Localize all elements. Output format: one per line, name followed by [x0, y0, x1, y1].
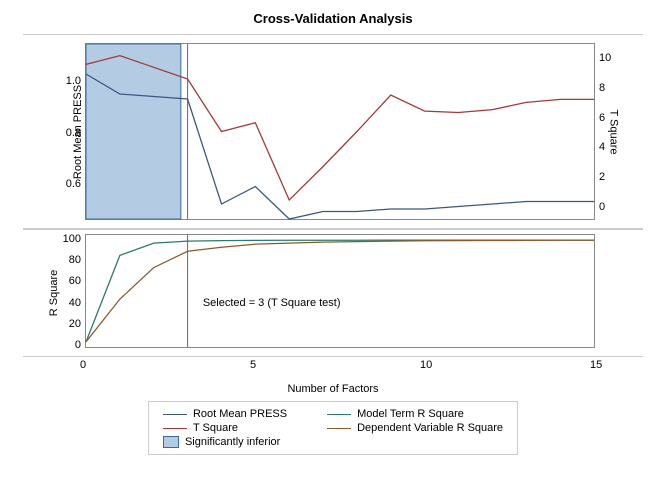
x-axis-label: Number of Factors [23, 383, 643, 395]
legend: Root Mean PRESS Model Term R Square T Squa… [148, 401, 518, 455]
legend-label: Significantly inferior [185, 436, 280, 448]
legend-item: Significantly inferior [163, 436, 287, 448]
ytick-left: 1.0 [66, 75, 81, 87]
legend-swatch-line [163, 428, 187, 429]
ytick-left: 100 [63, 233, 81, 245]
ytick-left: 0.6 [66, 178, 81, 190]
legend-label: Model Term R Square [357, 408, 464, 420]
xtick: 15 [590, 359, 602, 371]
ytick-left: 60 [69, 275, 81, 287]
bottom-svg [86, 235, 594, 347]
ytick-left: 0.8 [66, 127, 81, 139]
ytick-left: 0 [75, 339, 81, 351]
legend-item: Root Mean PRESS [163, 408, 287, 420]
legend-item: Dependent Variable R Square [327, 422, 503, 434]
legend-item: T Square [163, 422, 287, 434]
ytick-left: 20 [69, 318, 81, 330]
bottom-plot-area: Selected = 3 (T Square test) [85, 234, 595, 348]
ytick-right: 0 [599, 201, 605, 213]
ytick-left: 40 [69, 297, 81, 309]
ytick-right: 6 [599, 112, 605, 124]
top-plot-area [85, 43, 595, 220]
legend-swatch-line [327, 428, 351, 429]
xtick: 5 [250, 359, 256, 371]
selection-annotation: Selected = 3 (T Square test) [203, 297, 341, 309]
top-svg [86, 44, 594, 219]
top-panel: Root Mean PRESS T Square 0.60.81.0 02468… [23, 34, 643, 229]
bottom-panel: R Square Selected = 3 (T Square test) 0 2… [23, 229, 643, 357]
ytick-left: 80 [69, 254, 81, 266]
x-axis: 0 5 10 15 Number of Factors [23, 357, 643, 397]
legend-label: T Square [193, 422, 238, 434]
legend-label: Root Mean PRESS [193, 408, 287, 420]
legend-swatch-box [163, 436, 179, 448]
ytick-right: 4 [599, 141, 605, 153]
ytick-right: 8 [599, 82, 605, 94]
legend-swatch-line [163, 414, 187, 415]
ytick-right: 10 [599, 52, 611, 64]
xtick: 0 [80, 359, 86, 371]
legend-label: Dependent Variable R Square [357, 422, 503, 434]
shaded-region [86, 44, 181, 219]
series-dependent-variable-r-square [86, 240, 594, 342]
chart-container: Root Mean PRESS T Square 0.60.81.0 02468… [23, 34, 643, 397]
y-right-label-top: T Square [607, 109, 619, 154]
chart-title: Cross-Validation Analysis [253, 11, 412, 26]
series-model-term-r-square [86, 240, 594, 342]
xtick: 10 [420, 359, 432, 371]
legend-item: Model Term R Square [327, 408, 503, 420]
ytick-right: 2 [599, 171, 605, 183]
legend-swatch-line [327, 414, 351, 415]
y-left-label-bottom: R Square [48, 270, 60, 316]
